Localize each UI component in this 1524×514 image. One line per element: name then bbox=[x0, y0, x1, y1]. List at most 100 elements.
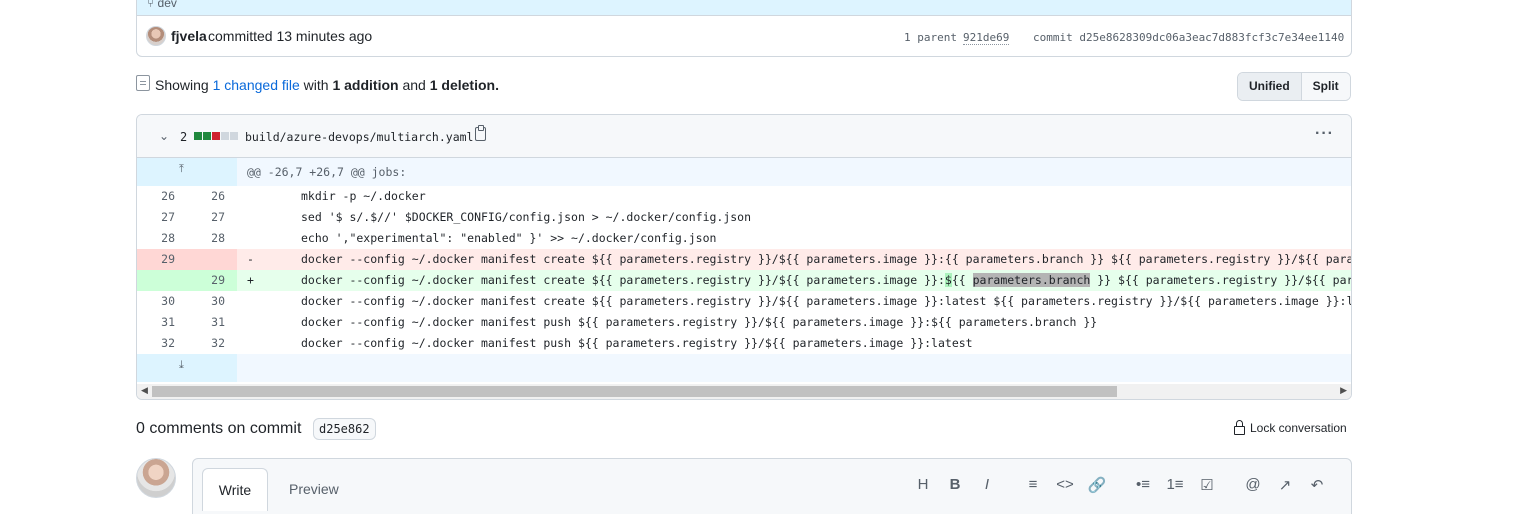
commit-branch-bar: ⑂ dev bbox=[137, 0, 1351, 16]
current-user-avatar[interactable] bbox=[136, 458, 176, 498]
diff-view-toggle: Unified Split bbox=[1237, 72, 1351, 101]
scroll-left-icon[interactable]: ◀ bbox=[141, 385, 148, 396]
author-link[interactable]: fjvela bbox=[171, 28, 207, 44]
diffstat-block bbox=[203, 132, 211, 140]
code-segment: }} ${{ parameters.registry }}/${{ parame… bbox=[1097, 273, 1351, 287]
commit-sha-badge: d25e862 bbox=[313, 418, 376, 440]
bold-icon[interactable]: B bbox=[939, 476, 971, 494]
code-icon[interactable]: <> bbox=[1049, 476, 1081, 494]
mention-icon[interactable]: @ bbox=[1237, 476, 1269, 494]
diffstat-block bbox=[230, 132, 238, 140]
reply-icon[interactable]: ↶ bbox=[1301, 476, 1333, 494]
diff-line: 31 31 docker --config ~/.docker manifest… bbox=[137, 312, 1351, 333]
committed-time: committed 13 minutes ago bbox=[208, 28, 373, 44]
diff-line: 30 30 docker --config ~/.docker manifest… bbox=[137, 291, 1351, 312]
expand-down-button[interactable]: ⤓ bbox=[137, 354, 237, 382]
markdown-toolbar: H B I ≡ <> 🔗 •≡ 1≡ ☑ @ ↗ ↶ bbox=[907, 476, 1333, 494]
toolbar-divider bbox=[1003, 476, 1017, 494]
kebab-horizontal-icon[interactable]: ··· bbox=[1315, 125, 1334, 143]
author-avatar[interactable] bbox=[146, 26, 166, 46]
diff-summary: Showing 1 changed file with 1 addition a… bbox=[155, 77, 499, 93]
diffstat-blocks bbox=[194, 132, 238, 140]
tab-preview[interactable]: Preview bbox=[289, 481, 339, 497]
summary-showing: Showing bbox=[155, 77, 209, 93]
summary-additions: 1 addition bbox=[332, 77, 399, 93]
heading-icon[interactable]: H bbox=[907, 476, 939, 494]
tab-write[interactable]: Write bbox=[202, 468, 268, 511]
scrollbar-thumb[interactable] bbox=[152, 386, 1117, 397]
expand-up-button[interactable]: ⤒ bbox=[137, 158, 237, 186]
comment-editor: Write Preview H B I ≡ <> 🔗 •≡ 1≡ ☑ @ ↗ ↶ bbox=[192, 458, 1352, 514]
copy-icon[interactable] bbox=[475, 125, 486, 141]
hunk-header-text: @@ -26,7 +26,7 @@ jobs: bbox=[247, 165, 407, 179]
unordered-list-icon[interactable]: •≡ bbox=[1127, 476, 1159, 494]
lock-conversation-button[interactable]: Lock conversation bbox=[1234, 420, 1347, 435]
branch-label[interactable]: ⑂ dev bbox=[147, 0, 177, 10]
code-text: mkdir -p ~/.docker bbox=[301, 189, 426, 203]
summary-with: with bbox=[303, 77, 329, 93]
file-name-link[interactable]: build/azure-devops/multiarch.yaml bbox=[245, 130, 473, 144]
diff-sign: - bbox=[247, 252, 254, 266]
lock-icon bbox=[1234, 420, 1245, 435]
commit-sha: commit d25e8628309dc06a3eac7d883fcf3c7e3… bbox=[1033, 31, 1345, 44]
diffstat-block bbox=[212, 132, 220, 140]
lock-conversation-label: Lock conversation bbox=[1250, 421, 1347, 435]
file-diff-icon bbox=[136, 75, 150, 91]
branch-name: dev bbox=[157, 0, 177, 10]
code-text: docker --config ~/.docker manifest push … bbox=[301, 315, 1098, 329]
code-selection: parameters.branch bbox=[972, 273, 1091, 287]
chevron-down-icon[interactable]: ⌄ bbox=[159, 129, 169, 143]
parent-sha-link[interactable]: 921de69 bbox=[963, 31, 1010, 45]
diffstat-block bbox=[194, 132, 202, 140]
code-segment: docker --config ~/.docker manifest creat… bbox=[301, 273, 945, 287]
commit-meta: fjvela committed 13 minutes ago 1 parent… bbox=[137, 16, 1351, 56]
diff-line: 28 28 echo ',"experimental": "enabled" }… bbox=[137, 228, 1351, 249]
hunk-header: ⤒ @@ -26,7 +26,7 @@ jobs: bbox=[137, 158, 1351, 186]
hunk-footer: ⤓ bbox=[137, 354, 1351, 382]
new-line-number[interactable]: 31 bbox=[187, 315, 237, 329]
commit-header: ⑂ dev fjvela committed 13 minutes ago 1 … bbox=[136, 0, 1352, 57]
diff-sign: + bbox=[247, 273, 254, 287]
italic-icon[interactable]: I bbox=[971, 476, 1003, 494]
diff-line: 27 27 sed '$ s/.$//' $DOCKER_CONFIG/conf… bbox=[137, 207, 1351, 228]
task-list-icon[interactable]: ☑ bbox=[1191, 476, 1223, 494]
diff-line-deletion: 29 - docker --config ~/.docker manifest … bbox=[137, 249, 1351, 270]
code-text: docker --config ~/.docker manifest push … bbox=[301, 336, 973, 350]
new-line-number[interactable]: 30 bbox=[187, 294, 237, 308]
horizontal-scrollbar[interactable]: ◀ ▶ bbox=[137, 384, 1351, 399]
diffstat-block bbox=[221, 132, 229, 140]
changed-files-link[interactable]: 1 changed file bbox=[213, 77, 300, 93]
new-line-number[interactable]: 26 bbox=[187, 189, 237, 203]
toolbar-divider bbox=[1223, 476, 1237, 494]
code-text: docker --config ~/.docker manifest creat… bbox=[301, 273, 1351, 287]
code-text: sed '$ s/.$//' $DOCKER_CONFIG/config.jso… bbox=[301, 210, 752, 224]
cross-reference-icon[interactable]: ↗ bbox=[1269, 476, 1301, 494]
link-icon[interactable]: 🔗 bbox=[1081, 476, 1113, 494]
code-highlight-added: $ bbox=[944, 273, 952, 287]
new-line-number[interactable]: 32 bbox=[187, 336, 237, 350]
unified-button[interactable]: Unified bbox=[1238, 73, 1302, 100]
diff-line-addition: 29 + docker --config ~/.docker manifest … bbox=[137, 270, 1351, 291]
summary-period: . bbox=[495, 77, 499, 93]
new-line-number[interactable]: 28 bbox=[187, 231, 237, 245]
new-line-number[interactable]: 29 bbox=[187, 273, 237, 287]
new-line-number[interactable]: 27 bbox=[187, 210, 237, 224]
summary-and: and bbox=[402, 77, 426, 93]
diff-line: 32 32 docker --config ~/.docker manifest… bbox=[137, 333, 1351, 354]
change-count: 2 bbox=[180, 130, 188, 144]
comments-title: 0 comments on commit bbox=[136, 420, 302, 437]
code-segment: {{ bbox=[951, 273, 973, 287]
split-button[interactable]: Split bbox=[1301, 73, 1350, 100]
file-header: ⌄ 2 build/azure-devops/multiarch.yaml ··… bbox=[137, 115, 1351, 158]
parent-label: 1 parent bbox=[904, 31, 957, 44]
file-diff: ⌄ 2 build/azure-devops/multiarch.yaml ··… bbox=[136, 114, 1352, 400]
ordered-list-icon[interactable]: 1≡ bbox=[1159, 476, 1191, 494]
expand-up-icon: ⤒ bbox=[179, 163, 184, 175]
code-text: docker --config ~/.docker manifest creat… bbox=[301, 294, 1352, 308]
quote-icon[interactable]: ≡ bbox=[1017, 476, 1049, 494]
scroll-right-icon[interactable]: ▶ bbox=[1340, 385, 1347, 396]
expand-down-icon: ⤓ bbox=[179, 359, 184, 371]
code-text: docker --config ~/.docker manifest creat… bbox=[301, 252, 1352, 266]
summary-deletions: 1 deletion bbox=[429, 77, 496, 93]
toolbar-divider bbox=[1113, 476, 1127, 494]
